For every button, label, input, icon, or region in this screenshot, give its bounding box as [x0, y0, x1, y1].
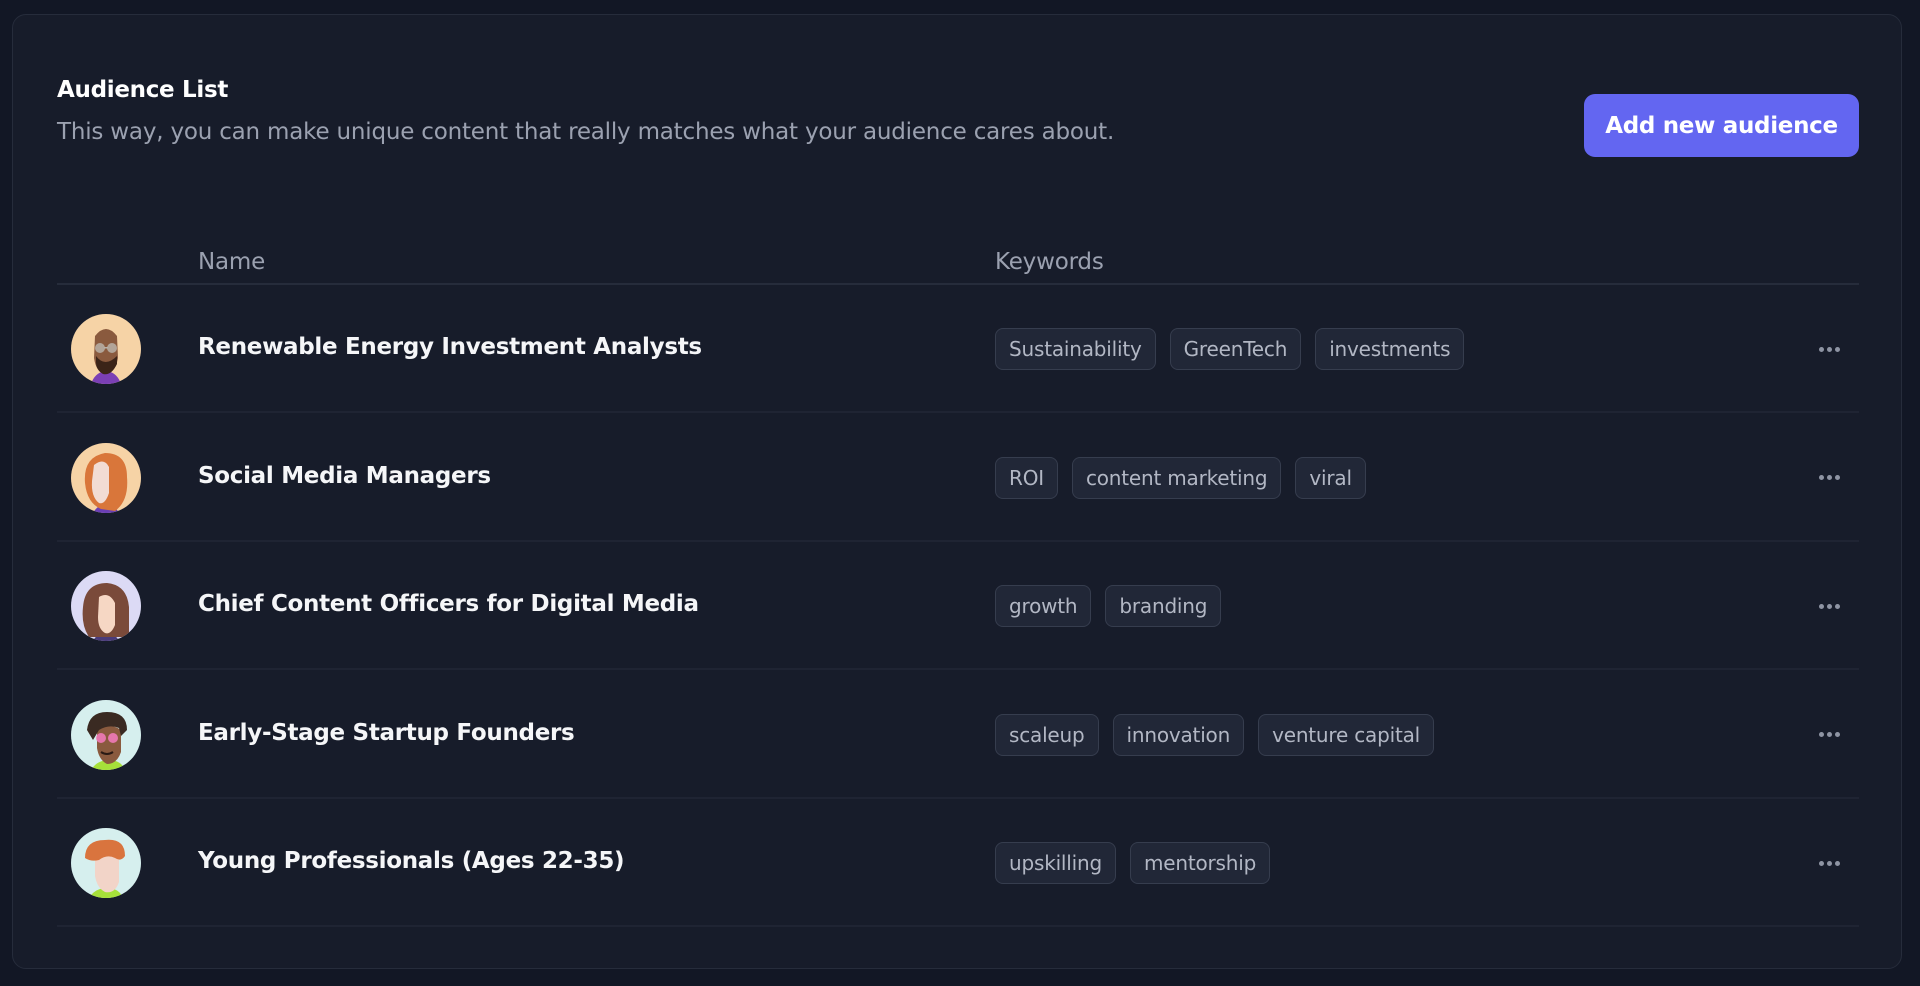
audience-name[interactable]: Chief Content Officers for Digital Media	[198, 591, 699, 617]
column-header-name: Name	[198, 249, 266, 275]
dot	[1834, 475, 1840, 480]
avatar	[71, 442, 141, 513]
audience-name[interactable]: Renewable Energy Investment Analysts	[198, 334, 702, 360]
keyword-tag: content marketing	[1071, 456, 1282, 499]
dot	[1818, 732, 1824, 737]
dot	[1818, 860, 1824, 866]
dot	[1826, 860, 1832, 866]
audience-list-card: Audience List This way, you can make uni…	[12, 14, 1902, 969]
page-title: Audience List	[57, 77, 229, 103]
keyword-tags: Sustainability GreenTech investments	[995, 328, 1465, 370]
keyword-tag: viral	[1295, 456, 1366, 499]
avatar	[71, 828, 141, 898]
keyword-tags: growth branding	[995, 585, 1222, 627]
keyword-tags: upskilling mentorship	[995, 842, 1271, 884]
avatar	[71, 314, 141, 384]
page-subtitle: This way, you can make unique content th…	[57, 119, 1115, 145]
more-horizontal-icon[interactable]	[1811, 847, 1847, 879]
dot	[1826, 603, 1832, 609]
dot	[1826, 475, 1832, 480]
keyword-tags: scaleup innovation venture capital	[995, 713, 1435, 756]
table-row[interactable]: Chief Content Officers for Digital Media…	[57, 542, 1859, 670]
keyword-tag: Sustainability	[995, 328, 1156, 370]
keyword-tag: investments	[1315, 328, 1465, 370]
dot	[1818, 603, 1824, 609]
keyword-tag: GreenTech	[1169, 328, 1302, 370]
dot	[1834, 860, 1840, 866]
audience-name[interactable]: Social Media Managers	[198, 463, 491, 489]
dot	[1826, 732, 1832, 737]
add-new-audience-button[interactable]: Add new audience	[1584, 94, 1859, 157]
more-horizontal-icon[interactable]	[1811, 719, 1847, 751]
dot	[1826, 346, 1832, 352]
avatar	[71, 699, 141, 770]
dot	[1834, 732, 1840, 737]
keyword-tag: venture capital	[1258, 713, 1435, 756]
column-header-keywords: Keywords	[995, 249, 1104, 275]
keyword-tag: growth	[995, 585, 1092, 627]
audience-name[interactable]: Young Professionals (Ages 22-35)	[198, 848, 625, 874]
keyword-tag: scaleup	[995, 713, 1099, 756]
keyword-tag: innovation	[1112, 713, 1245, 756]
keyword-tag: upskilling	[995, 842, 1116, 884]
dot	[1834, 346, 1840, 352]
table-row[interactable]: Social Media Managers ROI content marketin…	[57, 414, 1859, 542]
keyword-tag: branding	[1105, 585, 1222, 627]
table-row[interactable]: Early-Stage Startup Founders scaleup innov…	[57, 671, 1859, 799]
avatar	[71, 571, 141, 641]
keyword-tag: mentorship	[1129, 842, 1271, 884]
table-row[interactable]: Young Professionals (Ages 22-35) upskilli…	[57, 799, 1859, 927]
dot	[1818, 475, 1824, 480]
more-horizontal-icon[interactable]	[1811, 333, 1847, 365]
keyword-tag: ROI	[995, 456, 1058, 499]
more-horizontal-icon[interactable]	[1811, 462, 1847, 494]
more-horizontal-icon[interactable]	[1811, 590, 1847, 622]
dot	[1834, 603, 1840, 609]
keyword-tags: ROI content marketing viral	[995, 456, 1366, 499]
audience-name[interactable]: Early-Stage Startup Founders	[198, 720, 575, 746]
dot	[1818, 346, 1824, 352]
table-row[interactable]: Renewable Energy Investment Analysts Sust…	[57, 285, 1859, 413]
